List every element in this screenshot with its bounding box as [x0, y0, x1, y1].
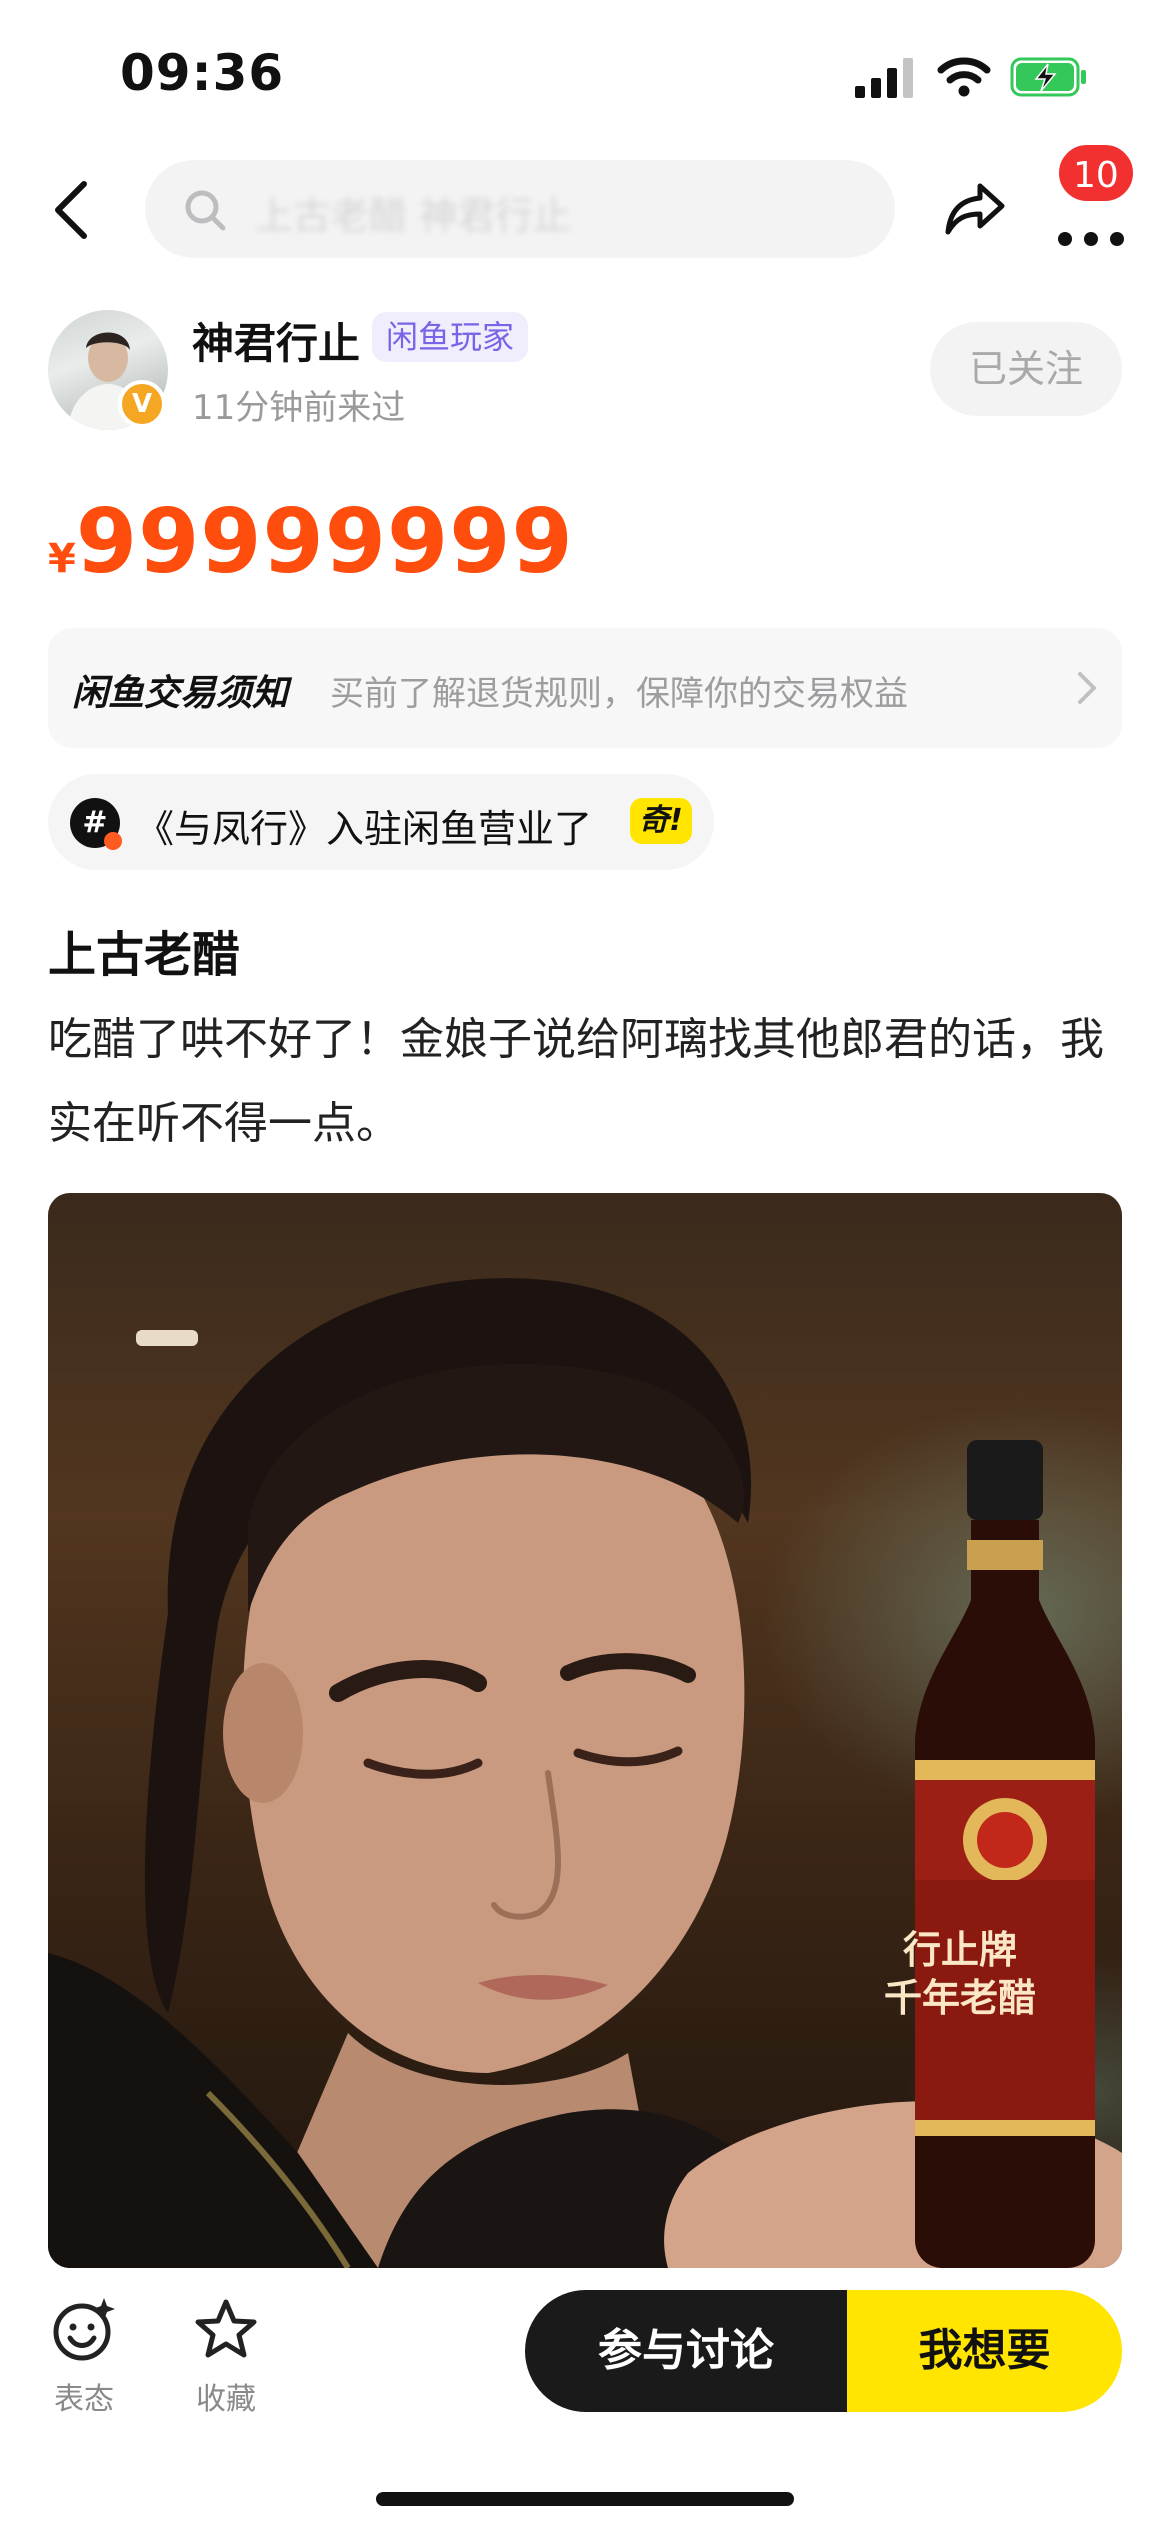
bottle-label: 行止牌 千年老醋: [870, 1926, 1050, 2022]
top-nav: 上古老醋 神君行止 10: [0, 142, 1170, 270]
bottle-label-line2: 千年老醋: [883, 1976, 1036, 2020]
follow-button[interactable]: 已关注: [930, 322, 1122, 416]
notification-badge: 10: [1056, 142, 1136, 204]
status-bar: 09:36: [0, 0, 1170, 150]
topic-chip[interactable]: # 《与凤行》入驻闲鱼营业了 奇!: [48, 774, 714, 870]
search-input[interactable]: 上古老醋 神君行止: [145, 160, 895, 258]
topic-tag: 奇!: [630, 798, 692, 844]
seller-last-seen: 11分钟前来过: [192, 388, 406, 428]
react-button[interactable]: 表态: [34, 2296, 134, 2418]
more-dot: [1058, 232, 1072, 246]
topic-text: 《与凤行》入驻闲鱼营业了: [136, 807, 593, 851]
seller-row[interactable]: V 神君行止 闲鱼玩家 11分钟前来过 已关注: [0, 300, 1170, 440]
star-icon: [195, 2299, 257, 2358]
hashtag-icon: #: [70, 798, 122, 850]
cta-group: 参与讨论 我想要: [525, 2290, 1122, 2412]
more-dot: [1084, 232, 1098, 246]
trade-notice[interactable]: 闲鱼交易须知 买前了解退货规则，保障你的交易权益: [48, 628, 1122, 748]
battery-charging-icon: [1010, 57, 1086, 97]
want-button[interactable]: 我想要: [847, 2290, 1122, 2412]
bottom-action-bar: 表态 收藏 参与讨论 我想要: [0, 2268, 1170, 2458]
favorite-label: 收藏: [196, 2382, 256, 2417]
cellular-signal-icon: [855, 58, 913, 98]
search-icon: [185, 190, 226, 231]
search-placeholder: 上古老醋 神君行止: [255, 194, 572, 238]
more-dot: [1110, 232, 1124, 246]
bottle-label-line1: 行止牌: [902, 1928, 1017, 1972]
home-indicator[interactable]: [376, 2492, 794, 2506]
vinegar-bottle-icon: [915, 1440, 1095, 2268]
item-description: 吃醋了哄不好了！金娘子说给阿璃找其他郎君的话，我实在听不得一点。: [48, 1014, 1104, 1149]
item-title: 上古老醋: [48, 927, 241, 983]
seller-name[interactable]: 神君行止: [192, 310, 360, 371]
price-value: 99999999: [75, 490, 574, 593]
status-time: 09:36: [120, 44, 285, 102]
seller-tag: 闲鱼玩家: [372, 312, 529, 362]
wifi-icon: [937, 57, 991, 97]
price: ¥99999999: [48, 490, 574, 593]
back-arrow-icon[interactable]: [46, 178, 100, 242]
react-label: 表态: [54, 2382, 114, 2417]
discuss-button[interactable]: 参与讨论: [525, 2290, 847, 2412]
emoji-react-icon: [53, 2298, 115, 2361]
chevron-right-icon: [1078, 672, 1096, 704]
price-symbol: ¥: [48, 536, 76, 582]
notice-title: 闲鱼交易须知: [72, 673, 289, 714]
verified-badge: V: [118, 380, 166, 428]
item-photo[interactable]: 行止牌 千年老醋: [48, 1193, 1122, 2268]
notice-text: 买前了解退货规则，保障你的交易权益: [330, 674, 908, 714]
share-icon[interactable]: [944, 180, 1006, 238]
favorite-button[interactable]: 收藏: [176, 2296, 276, 2418]
